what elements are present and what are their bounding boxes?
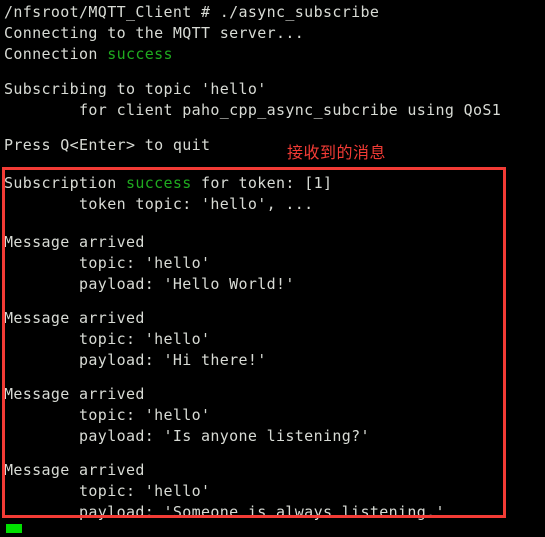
prompt-command-text: /nfsroot/MQTT_Client # ./async_subscribe [4,3,380,21]
message-payload-text: payload: 'Someone is always listening.' [4,503,445,521]
subscribing-client-text: for client paho_cpp_async_subcribe using… [4,101,502,119]
message-arrived-text: Message arrived [4,385,145,403]
terminal-window[interactable]: /nfsroot/MQTT_Client # ./async_subscribe… [0,0,545,537]
message-topic-text: topic: 'hello' [4,482,211,500]
terminal-line-subscription: Subscription success for token: [1] [4,173,332,194]
message-payload-text: payload: 'Hello World!' [4,275,295,293]
terminal-line-subscribing-client: for client paho_cpp_async_subcribe using… [4,100,501,121]
terminal-line-prompt: /nfsroot/MQTT_Client # ./async_subscribe [4,2,379,23]
message-arrived-text: Message arrived [4,309,145,327]
terminal-line-message3-topic: topic: 'hello' [4,405,210,426]
subscription-label: Subscription [4,174,126,192]
terminal-line-message4-header: Message arrived [4,460,145,481]
subscribing-text: Subscribing to topic 'hello' [4,80,267,98]
message-arrived-text: Message arrived [4,461,145,479]
terminal-line-token-topic: token topic: 'hello', ... [4,194,314,215]
message-topic-text: topic: 'hello' [4,330,211,348]
message-payload-text: payload: 'Is anyone listening?' [4,427,370,445]
message-payload-text: payload: 'Hi there!' [4,351,267,369]
terminal-line-message2-topic: topic: 'hello' [4,329,210,350]
terminal-line-connection: Connection success [4,44,173,65]
terminal-cursor [6,524,22,533]
terminal-line-message1-header: Message arrived [4,232,145,253]
connection-label: Connection [4,45,108,63]
connecting-text: Connecting to the MQTT server... [4,24,305,42]
annotation-label-received-messages: 接收到的消息 [287,143,387,162]
terminal-line-message3-payload: payload: 'Is anyone listening?' [4,426,370,447]
message-topic-text: topic: 'hello' [4,406,211,424]
terminal-line-message1-topic: topic: 'hello' [4,253,210,274]
terminal-line-message1-payload: payload: 'Hello World!' [4,274,295,295]
terminal-line-message4-payload: payload: 'Someone is always listening.' [4,502,445,523]
terminal-line-message2-header: Message arrived [4,308,145,329]
terminal-line-message3-header: Message arrived [4,384,145,405]
subscription-token-text: for token: [1] [191,174,333,192]
terminal-line-press-quit: Press Q<Enter> to quit [4,135,210,156]
token-topic-text: token topic: 'hello', ... [4,195,314,213]
message-arrived-text: Message arrived [4,233,145,251]
press-quit-text: Press Q<Enter> to quit [4,136,211,154]
terminal-line-subscribing: Subscribing to topic 'hello' [4,79,267,100]
terminal-line-message4-topic: topic: 'hello' [4,481,210,502]
message-topic-text: topic: 'hello' [4,254,211,272]
terminal-line-message2-payload: payload: 'Hi there!' [4,350,267,371]
connection-status-success: success [107,45,173,63]
subscription-status-success: success [125,174,192,192]
terminal-line-connecting: Connecting to the MQTT server... [4,23,304,44]
